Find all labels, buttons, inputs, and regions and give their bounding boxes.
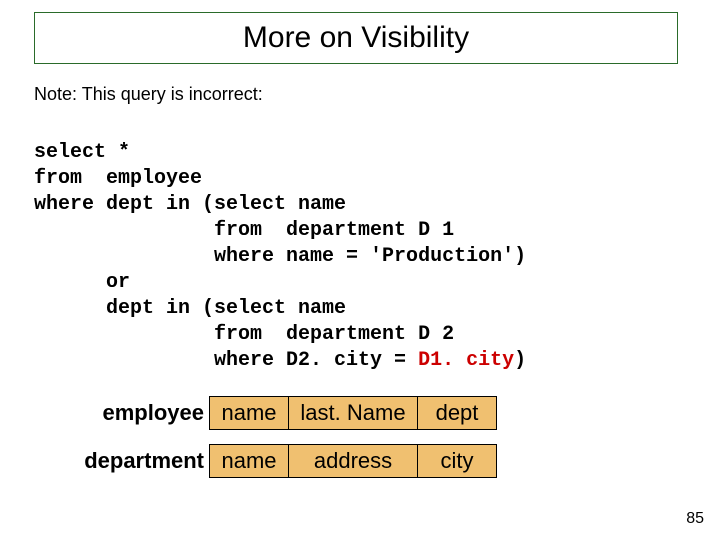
employee-row: employee name last. Name dept	[64, 396, 497, 430]
schema-tables: employee name last. Name dept department…	[64, 396, 497, 492]
employee-col: name	[209, 396, 289, 430]
code-line: where dept in (select name	[34, 193, 346, 216]
sql-code-block: select * from employee where dept in (se…	[34, 140, 526, 374]
employee-label: employee	[64, 396, 210, 430]
department-row: department name address city	[64, 444, 497, 478]
department-col: name	[209, 444, 289, 478]
department-col: city	[417, 444, 497, 478]
department-label: department	[64, 444, 210, 478]
code-line: where D2. city =	[34, 349, 418, 372]
slide: More on Visibility Note: This query is i…	[0, 0, 720, 540]
code-line: from employee	[34, 167, 202, 190]
employee-col: dept	[417, 396, 497, 430]
code-line: select *	[34, 141, 130, 164]
note-text: Note: This query is incorrect:	[34, 84, 263, 105]
code-line: )	[514, 349, 526, 372]
page-number: 85	[686, 510, 704, 528]
code-line: from department D 1	[34, 219, 454, 242]
employee-col: last. Name	[288, 396, 418, 430]
code-line: dept in (select name	[34, 297, 346, 320]
slide-title: More on Visibility	[243, 21, 469, 55]
code-error-highlight: D1. city	[418, 349, 514, 372]
department-col: address	[288, 444, 418, 478]
code-line: from department D 2	[34, 323, 454, 346]
code-line: or	[34, 271, 130, 294]
code-line: where name = 'Production')	[34, 245, 526, 268]
title-box: More on Visibility	[34, 12, 678, 64]
